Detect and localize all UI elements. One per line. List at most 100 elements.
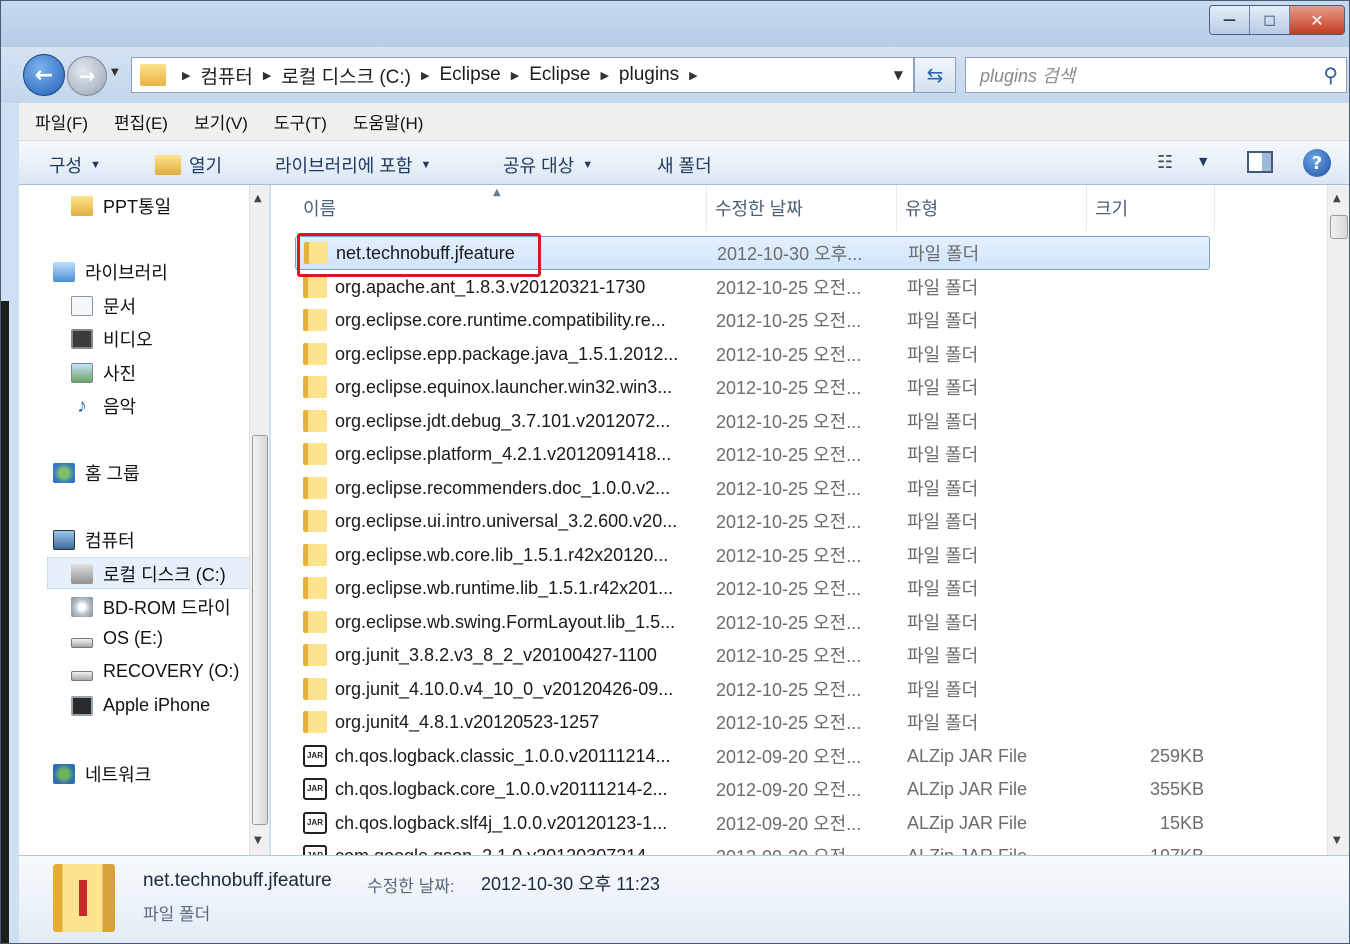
table-row[interactable]: org.eclipse.equinox.launcher.win32.win3.…: [295, 370, 1210, 404]
breadcrumb-eclipse-sub[interactable]: Eclipse: [529, 64, 590, 86]
nav-scrollbar[interactable]: ▲ ▼: [249, 185, 269, 855]
nav-item-videos[interactable]: 비디오: [71, 326, 153, 352]
nav-item-recovery[interactable]: RECOVERY (O:): [71, 661, 239, 682]
nav-item-pictures[interactable]: 사진: [71, 360, 136, 386]
table-row[interactable]: JAR ch.qos.logback.core_1.0.0.v20111214-…: [295, 772, 1210, 806]
search-input[interactable]: plugins 검색 ⚲: [965, 57, 1347, 93]
close-button[interactable]: ✕: [1290, 6, 1344, 34]
nav-item-homegroup[interactable]: 홈 그룹: [53, 460, 140, 486]
chevron-down-icon[interactable]: ▼: [1199, 155, 1207, 168]
file-date: 2012-10-25 오전...: [716, 546, 862, 566]
breadcrumb-separator[interactable]: ▶: [263, 69, 271, 82]
breadcrumb-separator[interactable]: ▶: [511, 69, 519, 82]
table-row[interactable]: JAR ch.qos.logback.slf4j_1.0.0.v20120123…: [295, 806, 1210, 840]
file-size: 259KB: [1149, 745, 1204, 766]
scroll-up-icon[interactable]: ▲: [1333, 193, 1341, 204]
minimize-button[interactable]: —: [1210, 6, 1250, 34]
folder-icon: [303, 711, 327, 733]
nav-scroll-thumb[interactable]: [252, 435, 268, 825]
table-row[interactable]: org.eclipse.recommenders.doc_1.0.0.v2...…: [295, 471, 1210, 505]
table-row[interactable]: org.eclipse.wb.swing.FormLayout.lib_1.5.…: [295, 605, 1210, 639]
nav-item-libraries[interactable]: 라이브러리: [53, 259, 168, 285]
file-type: 파일 폴더: [907, 546, 979, 566]
folder-icon: [303, 477, 327, 499]
forward-button[interactable]: →: [67, 56, 107, 96]
nav-item-os-drive[interactable]: OS (E:): [71, 628, 163, 649]
details-name: net.technobuff.jfeature: [143, 870, 332, 891]
file-name: org.eclipse.wb.swing.FormLayout.lib_1.5.…: [335, 611, 676, 632]
file-list-scroll-thumb[interactable]: [1330, 215, 1348, 239]
menu-file[interactable]: 파일(F): [35, 109, 88, 134]
jar-icon: JAR: [303, 778, 327, 800]
address-dropdown[interactable]: ▼: [894, 68, 903, 82]
table-row[interactable]: org.eclipse.ui.intro.universal_3.2.600.v…: [295, 504, 1210, 538]
table-row[interactable]: org.junit_3.8.2.v3_8_2_v20100427-1100 20…: [295, 638, 1210, 672]
menu-tools[interactable]: 도구(T): [274, 109, 327, 134]
search-icon[interactable]: ⚲: [1323, 63, 1338, 87]
maximize-button[interactable]: □: [1250, 6, 1290, 34]
table-row[interactable]: org.eclipse.jdt.debug_3.7.101.v2012072..…: [295, 404, 1210, 438]
table-row[interactable]: org.eclipse.platform_4.2.1.v2012091418..…: [295, 437, 1210, 471]
breadcrumb-computer[interactable]: 컴퓨터: [200, 62, 252, 89]
file-list-scrollbar[interactable]: ▲ ▼: [1327, 185, 1349, 855]
preview-pane-icon[interactable]: [1247, 151, 1273, 173]
breadcrumb-eclipse[interactable]: Eclipse: [439, 64, 500, 86]
menu-help[interactable]: 도움말(H): [353, 109, 424, 134]
nav-item-iphone[interactable]: Apple iPhone: [71, 695, 210, 716]
file-type: 파일 폴더: [907, 278, 979, 298]
breadcrumb-local-disk[interactable]: 로컬 디스크 (C:): [281, 62, 411, 89]
breadcrumb-plugins[interactable]: plugins: [619, 64, 679, 86]
scroll-up-icon[interactable]: ▲: [254, 193, 262, 204]
nav-item-label: 사진: [103, 364, 137, 384]
view-options-icon[interactable]: ☷: [1157, 152, 1173, 173]
table-row[interactable]: org.eclipse.wb.runtime.lib_1.5.1.r42x201…: [295, 571, 1210, 605]
file-size: 197KB: [1070, 846, 1210, 856]
nav-item-network[interactable]: 네트워크: [53, 761, 151, 787]
open-button[interactable]: 열기: [155, 152, 222, 178]
open-folder-icon: [155, 155, 181, 175]
column-header-date[interactable]: 수정한 날짜: [707, 185, 897, 231]
menu-view[interactable]: 보기(V): [194, 109, 248, 134]
file-type: 파일 폴더: [907, 713, 979, 733]
table-row[interactable]: org.eclipse.core.runtime.compatibility.r…: [295, 303, 1210, 337]
scroll-down-icon[interactable]: ▼: [1333, 835, 1341, 846]
table-row[interactable]: JAR ch.qos.logback.classic_1.0.0.v201112…: [295, 739, 1210, 773]
file-name: com.google.gson_2.1.0.v20120307214...: [335, 846, 709, 856]
table-row[interactable]: org.eclipse.wb.core.lib_1.5.1.r42x20120.…: [295, 538, 1210, 572]
folder-icon: [303, 544, 327, 566]
include-library-button[interactable]: 라이브러리에 포함 ▼: [275, 152, 431, 178]
folder-icon: [71, 196, 93, 216]
nav-item-bdrom[interactable]: BD-ROM 드라이: [71, 594, 231, 620]
nav-item-computer[interactable]: 컴퓨터: [53, 527, 135, 553]
column-header-type[interactable]: 유형: [897, 185, 1087, 231]
file-type: 파일 폴더: [907, 345, 979, 365]
table-row[interactable]: org.junit_4.10.0.v4_10_0_v20120426-09...…: [295, 672, 1210, 706]
scroll-down-icon[interactable]: ▼: [254, 835, 262, 846]
column-header-name[interactable]: 이름: [295, 185, 707, 231]
breadcrumb-separator[interactable]: ▶: [182, 69, 190, 82]
column-header-size[interactable]: 크기: [1087, 185, 1215, 231]
breadcrumb-separator[interactable]: ▶: [600, 69, 608, 82]
help-icon[interactable]: ?: [1303, 149, 1331, 177]
table-row[interactable]: org.junit4_4.8.1.v20120523-1257 2012-10-…: [295, 705, 1210, 739]
file-type: 파일 폴더: [907, 412, 979, 432]
file-type: 파일 폴더: [907, 646, 979, 666]
nav-item-documents[interactable]: 문서: [71, 293, 136, 319]
refresh-button[interactable]: ⇆: [914, 57, 956, 93]
breadcrumb-separator[interactable]: ▶: [689, 69, 697, 82]
nav-item-local-disk[interactable]: 로컬 디스크 (C:): [71, 561, 226, 587]
back-button[interactable]: ←: [23, 54, 65, 96]
nav-item-music[interactable]: ♪ 음악: [71, 393, 136, 419]
table-row[interactable]: org.eclipse.epp.package.java_1.5.1.2012.…: [295, 337, 1210, 371]
table-row[interactable]: JAR com.google.gson_2.1.0.v20120307214..…: [295, 839, 1210, 855]
new-folder-button[interactable]: 새 폴더: [657, 152, 712, 178]
file-type: 파일 폴더: [907, 479, 979, 499]
breadcrumb-separator[interactable]: ▶: [421, 69, 429, 82]
address-bar[interactable]: ▶ 컴퓨터 ▶ 로컬 디스크 (C:) ▶ Eclipse ▶ Eclipse …: [131, 57, 914, 93]
file-type: 파일 폴더: [907, 579, 979, 599]
nav-item-ppt[interactable]: PPT통일: [71, 193, 171, 219]
share-button[interactable]: 공유 대상 ▼: [503, 152, 593, 178]
organize-button[interactable]: 구성 ▼: [49, 152, 101, 178]
recent-pages-dropdown[interactable]: ▼: [111, 67, 119, 78]
menu-edit[interactable]: 편집(E): [114, 109, 168, 134]
